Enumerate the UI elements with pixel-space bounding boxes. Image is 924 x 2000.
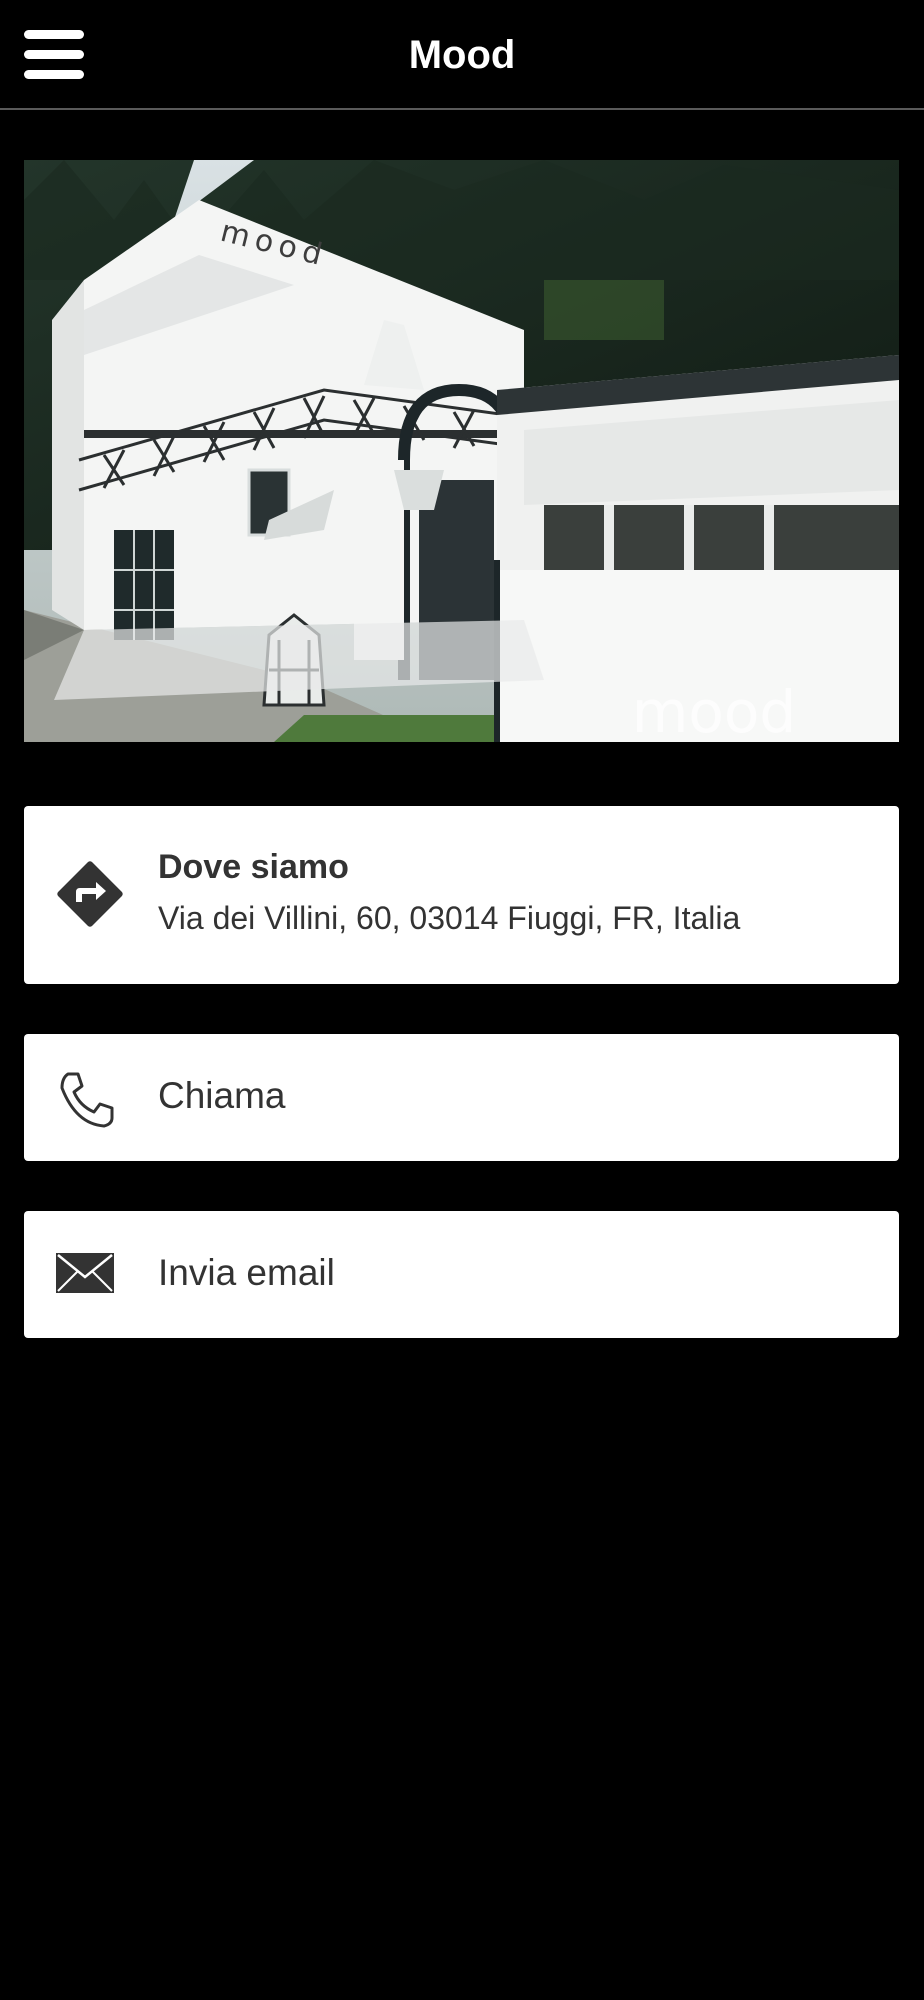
directions-icon: [54, 858, 126, 935]
address-text: Via dei Villini, 60, 03014 Fiuggi, FR, I…: [158, 900, 741, 936]
phone-icon: [54, 1068, 118, 1137]
address-card[interactable]: Dove siamo Via dei Villini, 60, 03014 Fi…: [24, 806, 899, 984]
page-title: Mood: [408, 33, 516, 77]
call-card[interactable]: Chiama: [24, 1034, 899, 1161]
envelope-icon: [54, 1251, 116, 1300]
email-card[interactable]: Invia email: [24, 1211, 899, 1338]
watermark: mood: [632, 678, 796, 742]
email-label: Invia email: [158, 1252, 335, 1293]
address-title: Dove siamo: [158, 848, 349, 886]
hero-image: mood mood: [24, 160, 899, 742]
app-header: Mood: [0, 0, 924, 110]
call-label: Chiama: [158, 1075, 286, 1116]
